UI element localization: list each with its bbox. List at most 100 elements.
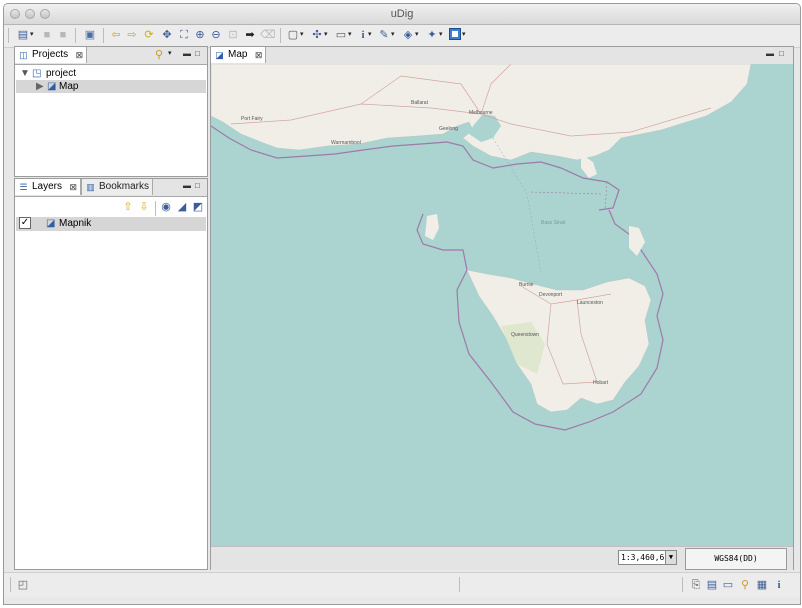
scale-combobox[interactable]: 1:3,460,6§ ▼ — [618, 550, 677, 565]
frame-icon-shape — [449, 28, 461, 40]
tree-item-map[interactable]: ▶ ◪ Map — [16, 80, 206, 93]
scale-dropdown-icon[interactable]: ▼ — [665, 551, 676, 564]
zoom-previous-icon[interactable]: ⊡ — [226, 28, 240, 42]
edit-tool-icon[interactable]: ✎ — [377, 28, 391, 42]
layer-row-mapnik[interactable]: ✓ ◪ Mapnik — [16, 217, 206, 231]
status-separator — [682, 577, 683, 592]
tab-map[interactable]: ◪ Map ⊠ — [211, 47, 267, 63]
map-status-bar: 1:3,460,6§ ▼ WGS84(DD) — [211, 546, 793, 570]
tab-projects-label: Projects — [32, 49, 69, 60]
layer-label-mapnik: Mapnik — [59, 218, 92, 229]
layer-style-icon[interactable]: ◢ — [175, 200, 189, 214]
toolbar-separator — [155, 201, 156, 216]
expand-arrow-icon[interactable]: ▼ — [20, 67, 30, 80]
select-tool-icon[interactable]: ▢ — [286, 28, 300, 42]
pan-dropdown-icon[interactable]: ▾ — [324, 28, 328, 42]
crs-label: WGS84(DD) — [714, 554, 758, 563]
title-bar: uDig — [4, 4, 800, 25]
move-up-icon[interactable]: ⇧ — [121, 200, 135, 214]
zoom-out-icon[interactable]: ⊖ — [209, 28, 223, 42]
back-icon[interactable]: ⇦ — [109, 28, 123, 42]
edit-dropdown-icon[interactable]: ▾ — [391, 28, 395, 42]
place-label-melbourne: Melbourne — [469, 110, 493, 116]
open-perspective-icon[interactable]: ⎘ — [690, 579, 702, 591]
frame-dropdown-icon[interactable]: ▾ — [462, 28, 466, 42]
table-icon[interactable]: ▦ — [756, 579, 768, 591]
layer-visibility-checkbox[interactable]: ✓ — [19, 217, 31, 229]
view-menu-icon[interactable]: ▾ — [168, 47, 172, 61]
status-separator — [459, 577, 460, 592]
box-dropdown-icon[interactable]: ▾ — [348, 28, 352, 42]
tab-layers-label: Layers — [32, 181, 63, 192]
zoom-in-icon[interactable]: ⊕ — [193, 28, 207, 42]
close-icon[interactable]: ⊠ — [255, 47, 263, 63]
map-icon: ◪ — [215, 50, 224, 60]
layer-dropdown-icon[interactable]: ▾ — [415, 28, 419, 42]
refresh-icon[interactable]: ⟳ — [142, 28, 156, 42]
tree-item-project[interactable]: ▼ ◳ project — [16, 67, 206, 80]
map-canvas[interactable]: Ballarat Melbourne Geelong Port Fairy Wa… — [211, 64, 793, 546]
tab-projects[interactable]: ◫ Projects ⊠ — [15, 47, 88, 63]
place-label-warrnambool: Warrnambool — [331, 140, 361, 146]
project-icon: ◳ — [32, 68, 42, 79]
map-rendering: Ballarat Melbourne Geelong Port Fairy Wa… — [211, 64, 752, 431]
save-all-icon[interactable]: ■ — [56, 28, 70, 42]
fast-view-icon[interactable]: ◰ — [17, 579, 29, 591]
place-label-devonport: Devonport — [539, 292, 563, 298]
info-dropdown-icon[interactable]: ▾ — [368, 28, 372, 42]
map-tabstrip: ◪ Map ⊠ ▬ □ — [211, 47, 793, 65]
link-icon[interactable]: ⚲ — [152, 48, 166, 62]
status-grip — [10, 577, 11, 592]
bookmarks-icon: ▥ — [86, 182, 95, 192]
box-select-icon[interactable]: ▭ — [334, 28, 348, 42]
place-label-port-fairy: Port Fairy — [241, 116, 263, 122]
crs-button[interactable]: WGS84(DD) — [685, 548, 787, 570]
map-icon: ◪ — [47, 81, 57, 92]
zoom-full-icon[interactable]: ⛶ — [177, 28, 191, 42]
projects-view: ◫ Projects ⊠ ⚲ ▾ ▬ □ ▼ ◳ project ▶ ◪ Map — [14, 46, 208, 177]
select-dropdown-icon[interactable]: ▾ — [300, 28, 304, 42]
ferry-route — [492, 137, 542, 273]
minimize-view-icon[interactable]: ▬ — [183, 50, 191, 58]
catalog-icon[interactable]: ▤ — [706, 579, 718, 591]
zoom-extent-icon[interactable]: ✥ — [160, 28, 174, 42]
layer-tool-icon[interactable]: ◈ — [401, 28, 415, 42]
scale-value: 1:3,460,6§ — [621, 553, 670, 562]
king-island — [425, 214, 439, 240]
maximize-view-icon[interactable]: □ — [195, 182, 203, 190]
status-bar: ◰ ⎘ ▤ ▭ ⚲ ▦ i — [4, 572, 800, 597]
forward-icon[interactable]: ⇨ — [125, 28, 139, 42]
eraser-icon[interactable]: ⌫ — [260, 28, 276, 42]
save-icon[interactable]: ■ — [40, 28, 54, 42]
info-icon[interactable]: i — [773, 579, 785, 591]
move-down-icon[interactable]: ⇩ — [137, 200, 151, 214]
udig-window: uDig ▤ ▾ ■ ■ ▣ ⇦ ⇨ ⟳ ✥ ⛶ ⊕ ⊖ ⊡ ➡ ⌫ ▢ ▾ ✣… — [3, 3, 801, 605]
search-icon[interactable]: ⚲ — [739, 579, 751, 591]
close-icon[interactable]: ⊠ — [69, 179, 77, 195]
print-icon[interactable]: ▣ — [83, 28, 97, 42]
minimize-view-icon[interactable]: ▬ — [183, 182, 191, 190]
map-editor: ◪ Map ⊠ ▬ □ Ballarat Melbourne Geelong P… — [210, 46, 794, 570]
minimize-editor-icon[interactable]: ▬ — [766, 50, 774, 58]
wand-icon[interactable]: ✦ — [425, 28, 439, 42]
layer-edit-icon[interactable]: ◩ — [191, 200, 205, 214]
maximize-editor-icon[interactable]: □ — [779, 50, 787, 58]
tab-bookmarks[interactable]: ▥ Bookmarks — [81, 179, 154, 195]
bass-strait-boundary — [530, 181, 608, 211]
collapse-arrow-icon[interactable]: ▶ — [36, 80, 44, 93]
toolbar-grip — [8, 28, 9, 43]
layer-target-icon[interactable]: ◉ — [159, 200, 173, 214]
projects-icon: ◫ — [19, 50, 28, 60]
maximize-view-icon[interactable]: □ — [195, 50, 203, 58]
new-icon[interactable]: ▤ — [16, 28, 30, 42]
close-icon[interactable]: ⊠ — [76, 47, 84, 63]
place-label-ballarat: Ballarat — [411, 100, 429, 106]
tab-layers[interactable]: ☰ Layers ⊠ — [15, 179, 82, 195]
pan-tool-icon[interactable]: ✣ — [310, 28, 324, 42]
pan-right-icon[interactable]: ➡ — [243, 28, 257, 42]
wand-dropdown-icon[interactable]: ▾ — [439, 28, 443, 42]
frame-icon[interactable] — [448, 28, 462, 42]
window-icon[interactable]: ▭ — [722, 579, 734, 591]
tab-bookmarks-label: Bookmarks — [99, 181, 150, 192]
new-dropdown-icon[interactable]: ▾ — [30, 28, 34, 42]
